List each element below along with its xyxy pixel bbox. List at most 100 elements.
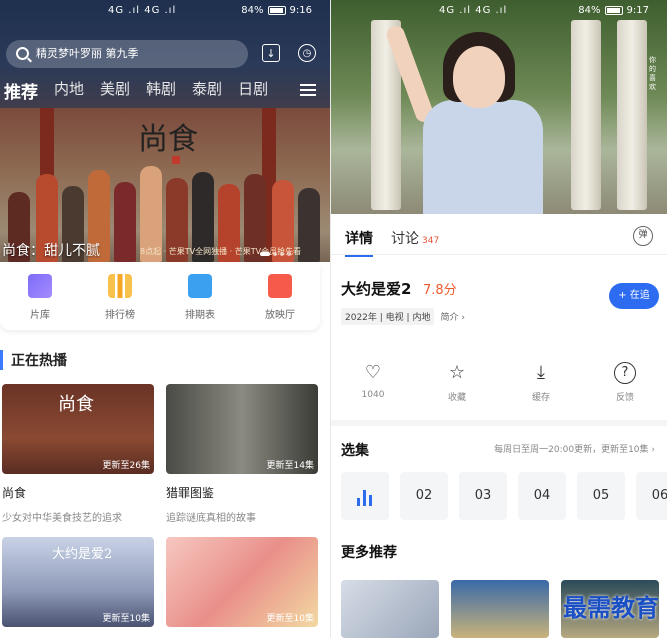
quick-link-schedule[interactable]: 排期表 xyxy=(160,264,240,330)
menu-icon[interactable] xyxy=(300,84,316,96)
thumbnail-logo: 大约是爱2 xyxy=(52,547,113,562)
quick-link-label: 排期表 xyxy=(185,310,215,321)
show-thumbnail: 大约是爱2 更新至10集 xyxy=(2,537,154,627)
tab-us-drama[interactable]: 美剧 xyxy=(100,78,130,103)
status-bar: 4G .ıl 4G .ıl 84% 9:16 xyxy=(0,0,330,22)
search-icon xyxy=(16,47,29,60)
meta-tags: 2022年 | 电视 | 内地 xyxy=(341,308,435,325)
tab-thai-drama[interactable]: 泰剧 xyxy=(192,78,222,103)
featured-banner[interactable]: 尚食 xyxy=(0,108,330,262)
show-score: 7.8分 xyxy=(423,283,457,298)
tab-details[interactable]: 详情 xyxy=(345,228,373,257)
danmaku-icon[interactable]: 弹 xyxy=(633,226,653,246)
network-indicator: 4G .ıl 4G .ıl xyxy=(439,5,508,16)
like-count: 1040 xyxy=(361,390,385,400)
meta-region: 内地 xyxy=(412,313,431,323)
show-title: 大约是爱2 xyxy=(341,280,412,298)
show-card[interactable]: 大约是爱2 更新至10集 xyxy=(2,537,154,627)
quick-link-theater[interactable]: 放映厅 xyxy=(240,264,320,330)
update-badge: 更新至10集 xyxy=(266,614,314,624)
show-thumbnail: 更新至10集 xyxy=(166,537,318,627)
download-icon[interactable]: ↓ xyxy=(262,44,280,62)
meta-type: 电视 xyxy=(385,313,404,323)
battery-icon xyxy=(267,6,286,15)
show-card[interactable]: 尚食 更新至26集 尚食 少女对中华美食技艺的追求 xyxy=(2,384,154,524)
tab-korean-drama[interactable]: 韩剧 xyxy=(146,78,176,103)
show-thumbnail: 尚食 更新至26集 xyxy=(2,384,154,474)
tab-discussion-label: 讨论 xyxy=(391,231,419,247)
meta-year: 2022年 xyxy=(345,313,377,323)
cache-button[interactable]: ⤓ 缓存 xyxy=(499,362,583,403)
more-recommend-title: 更多推荐 xyxy=(341,545,397,561)
calendar-icon xyxy=(188,274,212,298)
home-screen: 4G .ıl 4G .ıl 84% 9:16 精灵梦叶罗丽 第九季 ↓ ◷ 推荐… xyxy=(0,0,330,638)
quick-link-label: 排行榜 xyxy=(105,310,135,321)
quick-links: 片库 排行榜 排期表 放映厅 xyxy=(0,264,320,330)
status-bar: 4G .ıl 4G .ıl 84% 9:17 xyxy=(331,0,667,22)
episodes-title: 选集 xyxy=(341,443,369,459)
battery-icon xyxy=(604,6,623,15)
show-card[interactable]: 更新至14集 猎罪图鉴 追踪谜底真相的故事 xyxy=(166,384,318,524)
tab-divider xyxy=(331,254,667,255)
detail-screen: 你的喜欢 4G .ıl 4G .ıl 84% 9:17 详情 讨论 347 弹 大… xyxy=(331,0,667,638)
show-subtitle: 少女对中华美食技艺的追求 xyxy=(2,513,122,524)
show-title: 猎罪图鉴 xyxy=(166,486,215,500)
video-player[interactable]: 你的喜欢 xyxy=(331,0,667,214)
search-input[interactable]: 精灵梦叶罗丽 第九季 xyxy=(6,40,248,68)
tab-mainland[interactable]: 内地 xyxy=(54,78,84,103)
show-title: 尚食 xyxy=(2,486,27,500)
intro-link[interactable]: 简介 › xyxy=(440,310,464,323)
quick-link-library[interactable]: 片库 xyxy=(0,264,80,330)
cache-label: 缓存 xyxy=(531,393,550,403)
battery-percent: 84% xyxy=(578,5,601,16)
recommend-card[interactable] xyxy=(451,580,549,638)
quick-link-label: 放映厅 xyxy=(265,310,295,321)
heart-icon: ♡ xyxy=(364,362,382,383)
thumbnail-logo: 尚食 xyxy=(58,394,94,415)
status-time: 9:17 xyxy=(626,5,649,16)
star-icon: ☆ xyxy=(448,362,466,383)
favorite-label: 收藏 xyxy=(447,393,466,403)
comment-count: 347 xyxy=(422,236,440,246)
hero-tag: 你的喜欢 xyxy=(649,56,656,91)
favorite-button[interactable]: ☆ 收藏 xyxy=(415,362,499,403)
episode-button[interactable]: 03 xyxy=(459,472,507,520)
show-card[interactable]: 更新至10集 xyxy=(166,537,318,627)
like-button[interactable]: ♡ 1040 xyxy=(331,362,415,403)
follow-button[interactable]: + 在追 xyxy=(609,283,659,309)
network-indicator: 4G .ıl 4G .ıl xyxy=(108,5,177,16)
battery-percent: 84% xyxy=(241,5,264,16)
category-tabs: 推荐 内地 美剧 韩剧 泰剧 日剧 xyxy=(4,78,268,103)
update-badge: 更新至26集 xyxy=(102,461,150,471)
recommend-card[interactable] xyxy=(341,580,439,638)
chart-icon xyxy=(108,274,132,298)
detail-tabs: 详情 讨论 347 xyxy=(345,228,439,257)
episode-button[interactable]: 05 xyxy=(577,472,625,520)
show-subtitle: 追踪谜底真相的故事 xyxy=(166,513,256,524)
section-separator xyxy=(331,420,667,426)
tab-discussion[interactable]: 讨论 347 xyxy=(391,228,439,248)
episode-button[interactable]: 04 xyxy=(518,472,566,520)
episode-button[interactable]: 06 xyxy=(636,472,667,520)
show-meta: 2022年 | 电视 | 内地 简介 › xyxy=(341,308,465,325)
search-placeholder: 精灵梦叶罗丽 第九季 xyxy=(36,47,139,60)
help-icon: ? xyxy=(614,362,636,384)
episodes-schedule[interactable]: 每周日至周一20:00更新，更新至10集 › xyxy=(494,442,655,455)
download-icon: ⤓ xyxy=(537,362,545,383)
playing-indicator-icon xyxy=(357,490,372,506)
tab-japanese-drama[interactable]: 日剧 xyxy=(238,78,268,103)
action-bar: ♡ 1040 ☆ 收藏 ⤓ 缓存 ? 反馈 xyxy=(331,362,667,403)
feedback-button[interactable]: ? 反馈 xyxy=(583,362,667,403)
feedback-label: 反馈 xyxy=(615,393,634,403)
history-icon[interactable]: ◷ xyxy=(298,44,316,62)
episode-01-playing[interactable] xyxy=(341,472,389,520)
quick-link-ranking[interactable]: 排行榜 xyxy=(80,264,160,330)
banner-caption: 尚食：甜儿不腻 xyxy=(2,243,100,259)
episode-button[interactable]: 02 xyxy=(400,472,448,520)
banner-seal xyxy=(172,156,180,164)
update-badge: 更新至10集 xyxy=(102,614,150,624)
episode-list: 02 03 04 05 06 xyxy=(341,472,667,520)
grid-icon xyxy=(28,274,52,298)
play-icon xyxy=(268,274,292,298)
tab-recommend[interactable]: 推荐 xyxy=(4,78,38,103)
